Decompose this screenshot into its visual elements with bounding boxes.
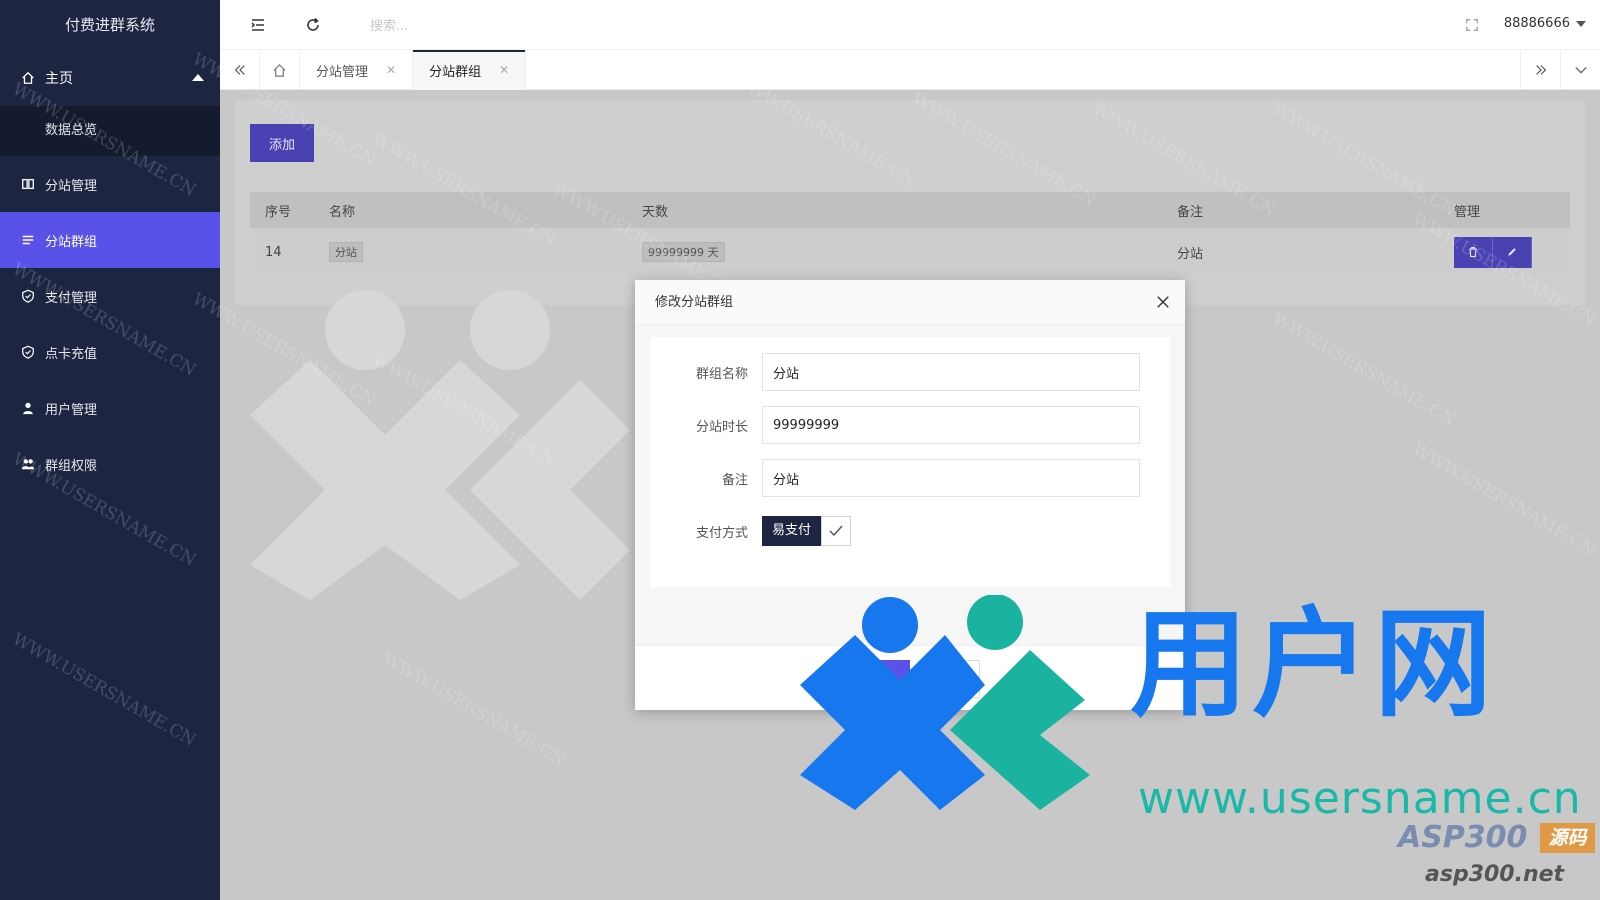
menu-fold-icon[interactable]: [248, 15, 268, 35]
fullscreen-icon[interactable]: [1462, 15, 1482, 35]
payment-label: 支付方式: [695, 525, 748, 541]
username: 88886666: [1503, 16, 1570, 31]
tab-bar: 分站管理 ✕ 分站群组 ✕: [220, 50, 1600, 90]
sidebar-subitem-overview[interactable]: 数据总览: [0, 106, 220, 156]
table-row: 14 分站 99999999 天 分站: [250, 228, 1570, 276]
brand-name: 用户网: [1130, 595, 1497, 733]
payment-checkbox[interactable]: 易支付: [762, 516, 852, 546]
asp-badge: 源码: [1540, 823, 1595, 853]
close-icon[interactable]: ✕: [386, 63, 396, 77]
group-name-label: 群组名称: [695, 366, 748, 382]
brand-logo-icon: [800, 595, 1090, 810]
remark-input[interactable]: [762, 459, 1140, 497]
sidebar-item-label: 用户管理: [45, 402, 98, 418]
form-row-group-name: 群组名称: [650, 353, 1170, 391]
caret-down-icon: [1576, 20, 1586, 27]
table-header: 序号 名称 天数 备注 管理: [250, 192, 1570, 228]
close-icon[interactable]: ✕: [499, 63, 509, 77]
brand-url: www.usersname.cn: [1138, 773, 1582, 824]
sidebar-item-substation-group[interactable]: 分站群组: [0, 212, 220, 268]
pencil-icon: [1508, 248, 1516, 256]
home-icon: [20, 71, 35, 86]
delete-button[interactable]: [1454, 236, 1493, 268]
tab-home[interactable]: [260, 50, 300, 90]
cell-days-tag: 99999999 天: [642, 242, 725, 262]
user-icon: [20, 401, 35, 416]
column-header: 名称: [329, 204, 356, 220]
dialog-title: 修改分站群组: [635, 280, 1185, 325]
shield-check-icon: [20, 289, 35, 304]
cell-name-tag: 分站: [329, 242, 363, 262]
tab-menu-dropdown[interactable]: [1560, 50, 1600, 90]
sidebar-item-label: 群组权限: [45, 458, 98, 474]
list-icon: [20, 233, 35, 248]
column-header: 天数: [642, 204, 669, 220]
top-header: 88886666: [220, 0, 1600, 50]
sidebar-item-label: 点卡充值: [45, 346, 98, 362]
columns-icon: [20, 177, 35, 192]
app-title: 付费进群系统: [64, 16, 155, 34]
tab-label: 分站管理: [316, 64, 369, 80]
edit-form: 群组名称 分站时长 备注 支付方式 易支付: [650, 337, 1170, 587]
shield-check-icon: [20, 345, 35, 360]
sidebar-item-home[interactable]: 主页: [0, 50, 220, 106]
sidebar-item-substation[interactable]: 分站管理: [0, 156, 220, 212]
search-input[interactable]: [370, 16, 570, 36]
data-table: 序号 名称 天数 备注 管理 14 分站 99999999 天 分站: [250, 192, 1570, 276]
column-header: 序号: [265, 204, 292, 220]
group-name-input[interactable]: [762, 353, 1140, 391]
duration-label: 分站时长: [695, 419, 748, 435]
form-row-duration: 分站时长: [650, 406, 1170, 444]
cell-id: 14: [265, 244, 282, 260]
sidebar-item-label: 主页: [45, 71, 73, 87]
users-icon: [20, 457, 35, 472]
sidebar: 付费进群系统 主页 数据总览 分站管理 分站群组 支付管理 点卡充值 用户管理 …: [0, 0, 220, 900]
tab-label: 分站群组: [429, 64, 482, 80]
refresh-icon[interactable]: [303, 15, 323, 35]
close-icon[interactable]: [1153, 292, 1173, 312]
duration-input[interactable]: [762, 406, 1140, 444]
tab-substation-management[interactable]: 分站管理 ✕: [300, 50, 414, 90]
sidebar-item-card-recharge[interactable]: 点卡充值: [0, 324, 220, 380]
table-card: 添加 序号 名称 天数 备注 管理 14 分站 99999999 天 分站: [235, 100, 1585, 305]
sidebar-item-label: 支付管理: [45, 290, 98, 306]
edit-button[interactable]: [1493, 236, 1532, 268]
add-button[interactable]: 添加: [250, 124, 314, 162]
sidebar-item-payment[interactable]: 支付管理: [0, 268, 220, 324]
watermark-logo: [250, 290, 630, 600]
sidebar-item-label: 分站群组: [45, 234, 98, 250]
sidebar-item-group-permissions[interactable]: 群组权限: [0, 436, 220, 492]
asp-url: asp300.net: [1425, 862, 1565, 887]
column-header: 备注: [1177, 204, 1204, 220]
form-row-payment: 支付方式 易支付: [650, 512, 1170, 550]
tab-scroll-right-button[interactable]: [1520, 50, 1560, 90]
chevron-up-icon: [192, 74, 204, 81]
asp-logo-text: ASP300: [1398, 820, 1528, 855]
cell-remark: 分站: [1177, 246, 1204, 262]
tab-substation-group[interactable]: 分站群组 ✕: [413, 50, 527, 90]
form-row-remark: 备注: [650, 459, 1170, 497]
checkmark-icon: [821, 516, 852, 546]
remark-label: 备注: [721, 472, 748, 488]
sidebar-item-label: 分站管理: [45, 178, 98, 194]
tab-scroll-left-button[interactable]: [220, 50, 260, 90]
trash-icon: [1469, 246, 1477, 258]
payment-option-label: 易支付: [762, 516, 822, 546]
column-header: 管理: [1454, 204, 1481, 220]
sidebar-item-users[interactable]: 用户管理: [0, 380, 220, 436]
user-menu[interactable]: 88886666: [1504, 16, 1586, 31]
